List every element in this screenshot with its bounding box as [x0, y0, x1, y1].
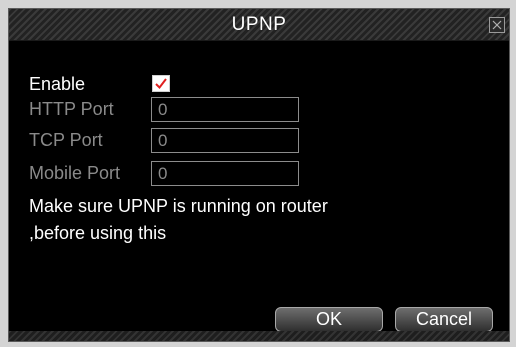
- http-port-input[interactable]: 0: [151, 97, 299, 122]
- enable-label: Enable: [29, 74, 86, 94]
- mobile-port-input[interactable]: 0: [151, 161, 299, 186]
- tcp-port-input[interactable]: 0: [151, 128, 299, 153]
- http-port-label: HTTP Port: [29, 99, 114, 119]
- dialog-title: UPNP: [231, 14, 287, 35]
- bottom-band: [9, 331, 509, 341]
- checkmark-icon: [155, 78, 167, 90]
- close-icon[interactable]: [489, 17, 505, 33]
- dialog-body: Enable HTTP Port 0 TCP Port 0 Mobile Por…: [9, 41, 509, 341]
- mobile-port-label: Mobile Port: [29, 163, 121, 183]
- upnp-notice-line-2: ,before using this: [29, 223, 167, 243]
- upnp-notice-line-1: Make sure UPNP is running on router: [29, 196, 328, 216]
- ok-button[interactable]: OK: [275, 307, 383, 332]
- tcp-port-label: TCP Port: [29, 130, 103, 150]
- enable-checkbox[interactable]: [152, 75, 170, 92]
- title-bar[interactable]: UPNP: [9, 9, 509, 41]
- upnp-dialog: UPNP Enable HTTP Port 0 TCP Port 0 Mobil…: [8, 8, 510, 342]
- cancel-button[interactable]: Cancel: [395, 307, 493, 332]
